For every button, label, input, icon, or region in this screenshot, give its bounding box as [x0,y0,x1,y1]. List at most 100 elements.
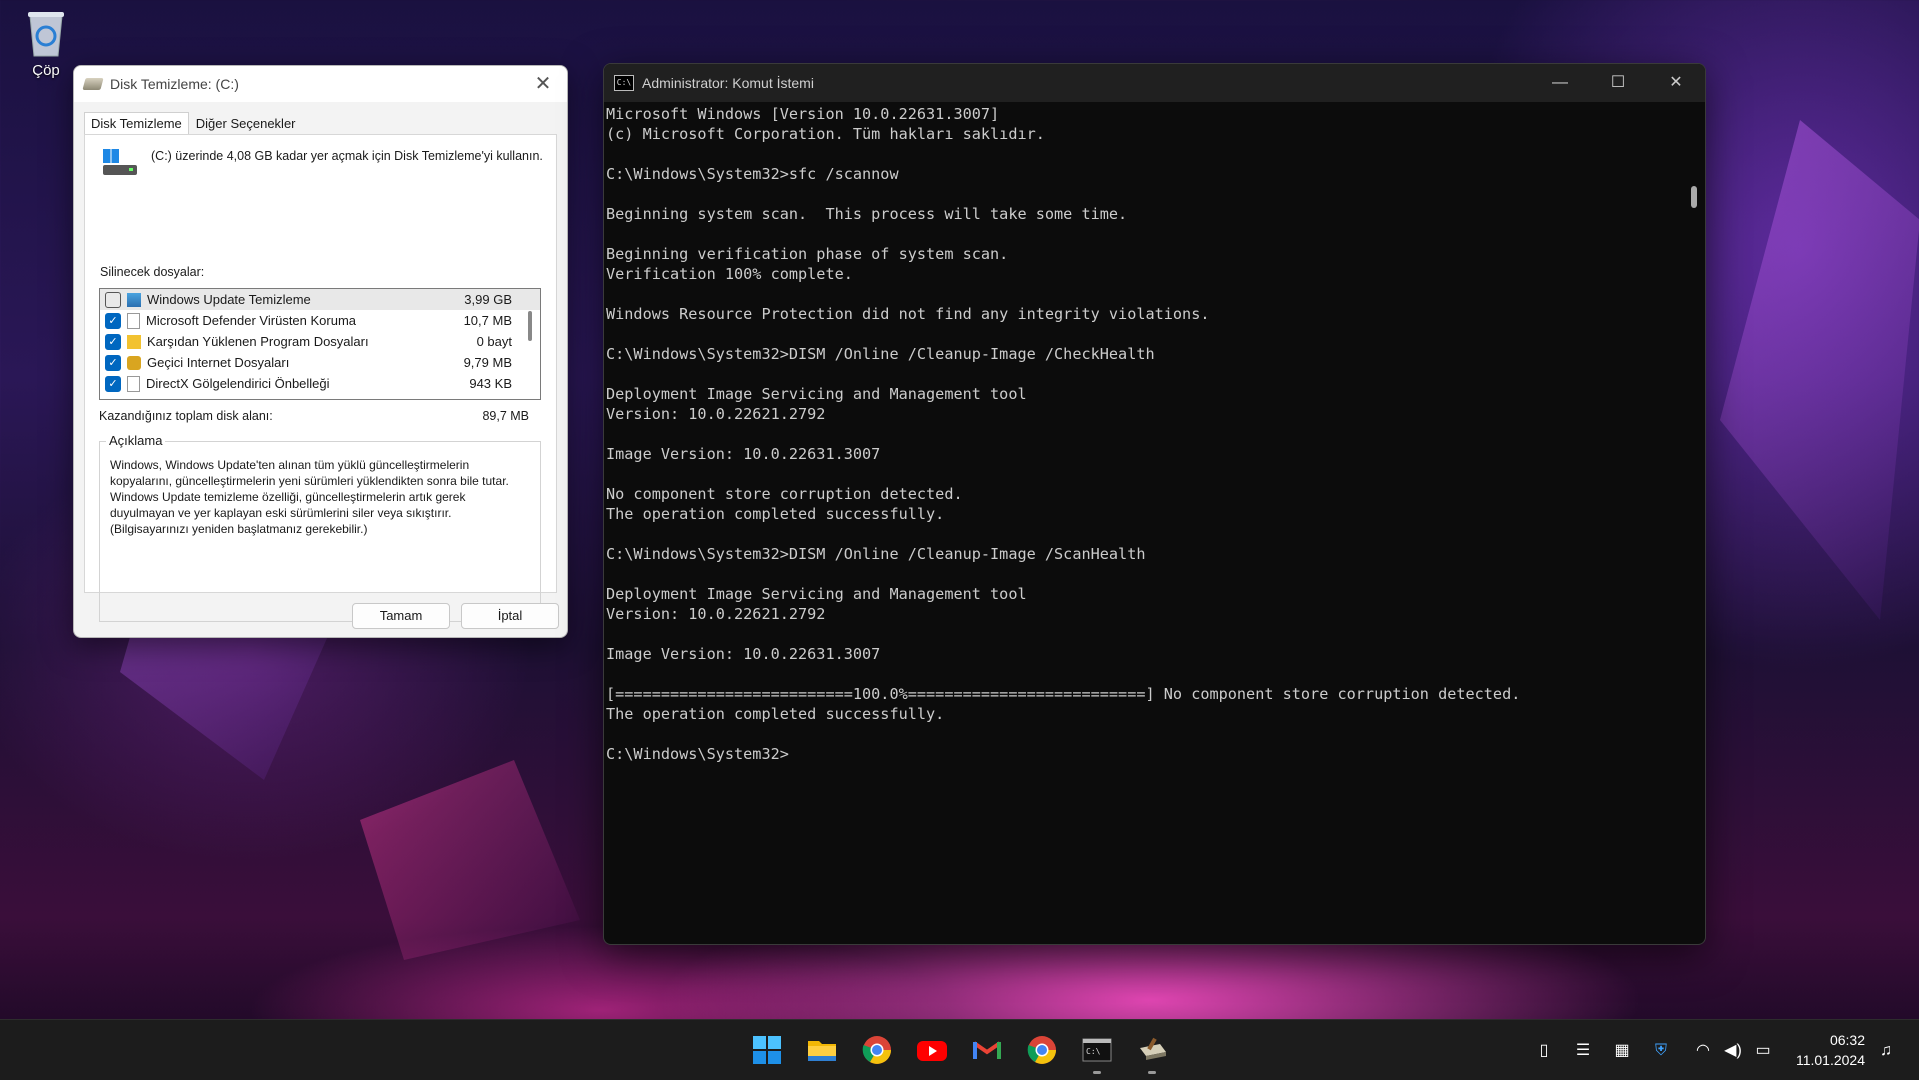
file-icon [127,375,140,392]
wallpaper-shard [1720,120,1919,620]
description-group: Açıklama Windows, Windows Update'ten alı… [99,433,541,622]
checkbox[interactable]: ✓ [105,354,121,371]
console-line: Deployment Image Servicing and Managemen… [606,585,1027,603]
console-line: [==========================100.0%=======… [606,685,1521,703]
folder-icon [127,334,141,349]
usb-icon[interactable]: ▯ [1533,1040,1555,1062]
cmd-titlebar[interactable]: C:\ Administrator: Komut İstemi — ☐ ✕ [604,64,1705,102]
list-item[interactable]: ✓ Karşıdan Yüklenen Program Dosyaları 0 ba… [100,331,540,352]
command-prompt-window: C:\ Administrator: Komut İstemi — ☐ ✕ Mi… [603,63,1706,945]
console-line: C:\Windows\System32>sfc /scannow [606,165,899,183]
total-space-row: Kazandığınız toplam disk alanı: 89,7 MB [99,409,529,423]
files-list[interactable]: Windows Update Temizleme 3,99 GB ✓ Microsof… [99,288,541,400]
volume-icon[interactable]: ◀) [1722,1040,1744,1062]
chrome-icon[interactable] [861,1034,893,1066]
tab-disk-cleanup[interactable]: Disk Temizleme [84,112,189,135]
file-size: 0 bayt [476,334,512,349]
ok-button[interactable]: Tamam [352,603,450,629]
console-line: Beginning system scan. This process will… [606,205,1128,223]
date: 11.01.2024 [1795,1052,1865,1068]
clock[interactable]: 06:32 11.01.2024 [1796,1030,1865,1070]
stats-icon[interactable]: ▦ [1611,1040,1633,1062]
start-icon[interactable] [751,1034,783,1066]
youtube-icon[interactable] [916,1034,948,1066]
checkbox[interactable]: ✓ [105,312,121,329]
recycle-bin-desktop-icon[interactable]: Çöp [16,8,76,79]
console-line: Image Version: 10.0.22631.3007 [606,645,881,663]
cancel-button[interactable]: İptal [461,603,559,629]
file-icon [127,312,140,329]
list-scrollbar[interactable] [528,311,532,341]
cmd-icon: C:\ [614,75,634,91]
settings-icon[interactable]: ☰ [1572,1040,1594,1062]
disk-cleanup-icon[interactable] [1136,1034,1168,1066]
checkbox[interactable]: ✓ [105,333,121,350]
gmail-icon[interactable] [971,1034,1003,1066]
list-item[interactable]: Windows Update Temizleme 3,99 GB [100,289,540,310]
file-size: 943 KB [469,376,512,391]
dialog-title: Disk Temizleme: (C:) [110,76,239,92]
file-name: Microsoft Defender Virüsten Koruma [146,313,357,328]
list-item[interactable]: ✓ Geçici Internet Dosyaları 9,79 MB [100,352,540,373]
chrome-icon[interactable] [1026,1034,1058,1066]
console-line: Version: 10.0.22621.2792 [606,405,826,423]
tab-other-options[interactable]: Diğer Seçenekler [189,112,303,135]
battery-icon[interactable]: ▭ [1752,1040,1774,1062]
minimize-icon[interactable]: — [1531,64,1589,102]
checkbox[interactable]: ✓ [105,375,121,392]
terminal-icon[interactable]: C:\ [1081,1034,1113,1066]
console-line: The operation completed successfully. [606,505,945,523]
drive-icon [103,149,137,177]
file-name: Karşıdan Yüklenen Program Dosyaları [147,334,369,349]
file-size: 3,99 GB [464,292,512,307]
dialog-tabs: Disk Temizleme Diğer Seçenekler [84,112,303,135]
wallpaper-shard [360,760,580,960]
running-indicator [1148,1071,1156,1074]
recycle-bin-label: Çöp [32,62,60,79]
notification-bell-icon[interactable]: ♫ [1875,1040,1897,1062]
close-icon[interactable]: ✕ [533,74,553,94]
taskbar: C:\ ▯ ☰ ▦ ⛨ ◠ ◀) ▭ 06:32 11.01.2024 ♫ [0,1019,1919,1080]
file-explorer-icon[interactable] [806,1034,838,1066]
console-line: Image Version: 10.0.22631.3007 [606,445,881,463]
running-indicator [1093,1071,1101,1074]
cmd-scrollbar[interactable] [1691,186,1697,208]
checkbox[interactable] [105,291,121,308]
recycle-bin-icon [24,8,68,58]
file-size: 9,79 MB [463,355,512,370]
dialog-titlebar[interactable]: Disk Temizleme: (C:) ✕ [74,66,567,102]
tab-panel: (C:) üzerinde 4,08 GB kadar yer açmak iç… [84,134,557,622]
close-icon[interactable]: ✕ [1647,64,1705,102]
total-space-label: Kazandığınız toplam disk alanı: [99,409,273,423]
wifi-icon[interactable]: ◠ [1692,1040,1714,1062]
console-line: Deployment Image Servicing and Managemen… [606,385,1027,403]
intro-text: (C:) üzerinde 4,08 GB kadar yer açmak iç… [151,149,543,163]
description-text: Windows, Windows Update'ten alınan tüm y… [110,458,509,536]
list-item[interactable]: ✓ DirectX Gölgelendirici Önbelleği 943 KB [100,373,540,394]
defender-icon[interactable]: ⛨ [1650,1040,1672,1062]
console-line: C:\Windows\System32>DISM /Online /Cleanu… [606,545,1146,563]
list-item[interactable]: ✓ Microsoft Defender Virüsten Koruma 10,7 … [100,310,540,331]
console-line: The operation completed successfully. [606,705,945,723]
maximize-icon[interactable]: ☐ [1589,64,1647,102]
total-space-value: 89,7 MB [482,409,529,423]
files-to-delete-label: Silinecek dosyalar: [100,265,205,279]
update-icon [127,292,141,307]
description-title: Açıklama [106,433,166,448]
file-name: Geçici Internet Dosyaları [147,355,290,370]
console-output[interactable]: Microsoft Windows [Version 10.0.22631.30… [604,102,1683,944]
disk-cleanup-icon [82,78,104,90]
